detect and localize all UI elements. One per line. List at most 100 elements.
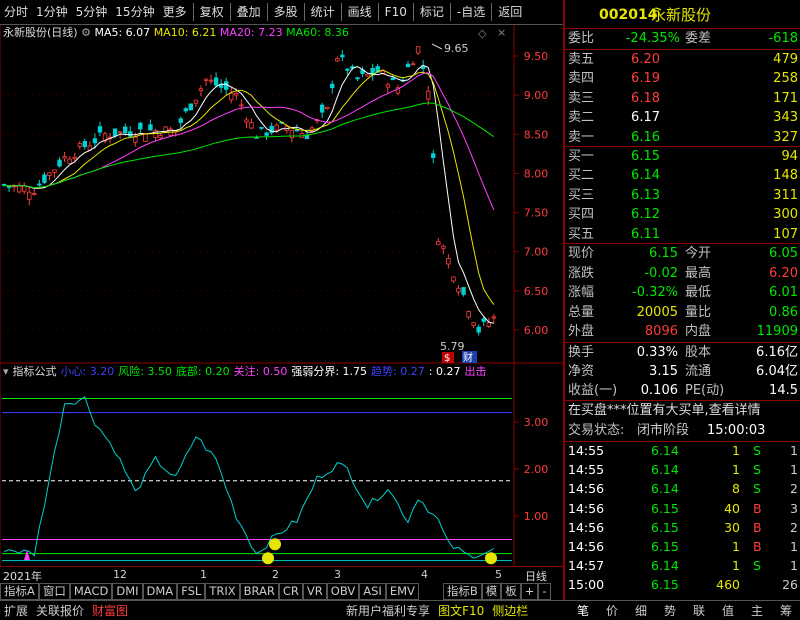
indicator-tab[interactable]: CR xyxy=(278,582,303,600)
toolbar-item[interactable]: 分时 xyxy=(0,3,32,21)
indicator-tab[interactable]: BRAR xyxy=(239,582,279,600)
sell-row[interactable]: 卖三 6.18 171 xyxy=(565,89,800,109)
bottom-item[interactable]: 财富图 xyxy=(88,602,132,619)
indicator-tab[interactable]: FSL xyxy=(177,582,206,600)
diamond-icon[interactable]: ◇ xyxy=(478,27,486,40)
indicator-tab[interactable]: 指标A xyxy=(0,582,39,600)
stat-value-2: 6.20 xyxy=(769,265,798,281)
buy-row[interactable]: 买二 6.14 148 xyxy=(565,166,800,186)
trade-row: 14:56 6.15 40 B 3 xyxy=(565,500,800,517)
buy-row[interactable]: 买三 6.13 311 xyxy=(565,186,800,206)
candle-body xyxy=(340,54,345,58)
fin-label: 换手 xyxy=(568,345,595,360)
settings-icon[interactable]: ⚙ xyxy=(81,26,91,39)
candle-body xyxy=(471,322,476,326)
weibi-row: 委比 -24.35% 委差 -618 xyxy=(565,29,800,49)
buy-row[interactable]: 买四 6.12 300 xyxy=(565,205,800,225)
trade-price: 6.14 xyxy=(651,558,679,574)
stat-value: 6.15 xyxy=(649,246,678,261)
candle-body xyxy=(385,84,390,88)
toolbar-item[interactable]: 更多 xyxy=(159,3,191,21)
price-tick-label: 8.50 xyxy=(524,128,549,141)
indicator-title[interactable]: 指标公式 xyxy=(13,364,57,380)
toolbar-item[interactable]: 15分钟 xyxy=(111,3,158,21)
toolbar-item[interactable]: 多股 xyxy=(270,3,302,21)
high-marker-line xyxy=(431,43,443,50)
indicator-tab[interactable]: DMI xyxy=(112,582,143,600)
candle-body xyxy=(178,118,183,123)
toolbar-separator xyxy=(449,3,451,21)
toolbar-item[interactable]: -自选 xyxy=(453,3,489,21)
indicator-tab[interactable]: + xyxy=(520,582,539,600)
candle-body xyxy=(229,92,234,101)
indicator-tab[interactable]: 窗口 xyxy=(38,582,70,600)
trade-volume: 460 xyxy=(716,577,740,593)
toolbar-item[interactable]: F10 xyxy=(381,3,411,21)
indicator-tab[interactable]: EMV xyxy=(385,582,419,600)
quote-tab[interactable]: 势 xyxy=(660,602,680,619)
toolbar-item[interactable]: 叠加 xyxy=(233,3,265,21)
quote-tab[interactable]: 细 xyxy=(631,602,651,619)
toolbar-item[interactable]: 标记 xyxy=(416,3,448,21)
toolbar-item[interactable]: 5分钟 xyxy=(72,3,112,21)
fin-value-2: 14.5 xyxy=(769,383,798,398)
indicator-tab[interactable]: MACD xyxy=(69,582,113,600)
bottom-item[interactable]: 侧边栏 xyxy=(488,602,532,619)
trade-price: 6.15 xyxy=(651,539,679,554)
indicator-tab[interactable]: TRIX xyxy=(205,582,240,600)
indicator-tab[interactable]: 指标B xyxy=(442,582,482,600)
kline-chart[interactable]: 9.50 9.00 8.50 8.00 7.50 7.00 6.50 6.00 9.65 5.79… xyxy=(0,0,563,600)
quote-tab[interactable]: 筹 xyxy=(776,602,796,619)
indicator-tab[interactable]: 板 xyxy=(501,582,521,600)
trade-volume: 1 xyxy=(732,462,740,478)
buy-row[interactable]: 买五 6.11 107 xyxy=(565,225,800,245)
quote-tab[interactable]: 价 xyxy=(602,602,622,619)
menu-icon[interactable]: ▾ xyxy=(3,364,9,380)
bottom-item[interactable]: 扩展 xyxy=(0,602,32,619)
stat-label-2: 今开 xyxy=(685,246,712,261)
candle-body xyxy=(264,132,269,136)
sell-row[interactable]: 卖五 6.20 479 xyxy=(565,50,800,70)
sell-row[interactable]: 卖一 6.16 327 xyxy=(565,128,800,148)
quote-tab[interactable]: 笔 xyxy=(573,602,593,619)
sell-row[interactable]: 卖二 6.17 343 xyxy=(565,108,800,128)
indicator-tabs: 指标A 窗口 MACD DMI DMA FSL TRIX BRAR CR VR OBV ASI EMV 指… xyxy=(0,582,563,600)
bottom-item[interactable]: 新用户福利专享 xyxy=(342,602,434,619)
buy-label: 买五 xyxy=(568,226,595,242)
candle-body xyxy=(117,131,123,134)
sell-row[interactable]: 卖四 6.19 258 xyxy=(565,69,800,89)
date-tick: 5 xyxy=(495,568,502,581)
quote-tab[interactable]: 联 xyxy=(689,602,709,619)
indicator-tab[interactable]: ASI xyxy=(359,582,386,600)
candle-body xyxy=(27,191,32,200)
indicator-tab[interactable]: - xyxy=(538,582,551,600)
stat-label-2: 内盘 xyxy=(685,324,712,340)
candle-body xyxy=(335,58,340,62)
indicator-tab[interactable]: VR xyxy=(302,582,327,600)
weibi-label: 委比 xyxy=(568,31,595,46)
toolbar-item[interactable]: 返回 xyxy=(494,3,526,21)
notice-text[interactable]: 在买盘***位置有大买单,查看详情 xyxy=(568,401,761,421)
close-icon[interactable]: × xyxy=(497,26,506,39)
toolbar-item[interactable]: 画线 xyxy=(344,3,376,21)
bottom-item[interactable]: 图文F10 xyxy=(434,602,488,619)
date-axis: 2021年 12 1 2 3 4 5 日线 xyxy=(0,566,563,583)
notice-row[interactable]: 在买盘***位置有大买单,查看详情 xyxy=(565,401,800,421)
toolbar-item[interactable]: 复权 xyxy=(196,3,228,21)
toolbar-separator xyxy=(303,3,305,21)
toolbar-item[interactable]: 1分钟 xyxy=(32,3,72,21)
indicator-tab[interactable]: DMA xyxy=(142,582,178,600)
weicha-label: 委差 xyxy=(685,31,712,46)
toolbar-item[interactable]: 统计 xyxy=(307,3,339,21)
indicator-tab[interactable]: 模 xyxy=(481,582,502,600)
stat-value: 8096 xyxy=(644,324,678,340)
indicator-tab[interactable]: OBV xyxy=(326,582,360,600)
candle-body xyxy=(133,136,138,143)
quote-tab[interactable]: 值 xyxy=(718,602,738,619)
buy-row[interactable]: 买一 6.15 94 xyxy=(565,147,800,167)
trade-price: 6.14 xyxy=(651,462,679,478)
high-price-label: 9.65 xyxy=(444,42,469,55)
bottom-item[interactable]: 关联报价 xyxy=(32,602,88,619)
trade-count: 1 xyxy=(790,539,798,554)
quote-tab[interactable]: 主 xyxy=(747,602,767,619)
